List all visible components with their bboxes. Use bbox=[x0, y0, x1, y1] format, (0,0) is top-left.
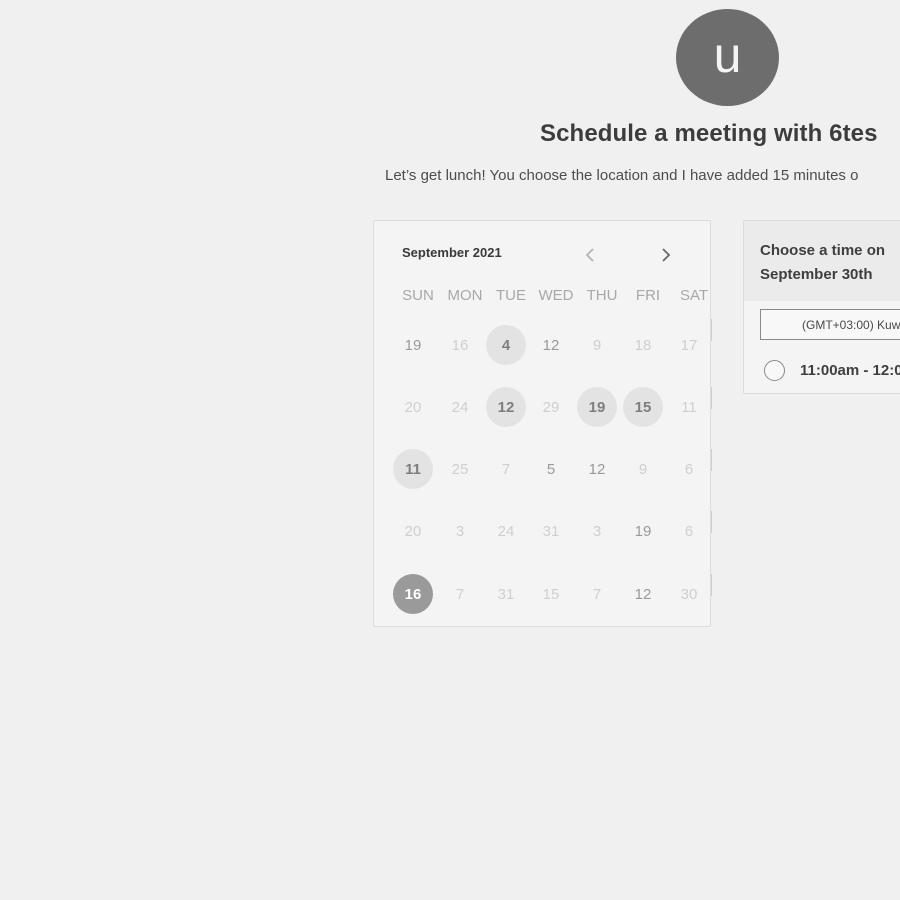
time-slot-radio[interactable] bbox=[764, 359, 785, 381]
time-panel-title-line1: Choose a time on bbox=[760, 242, 886, 259]
weekday-label: MON bbox=[447, 287, 483, 304]
calendar-day[interactable]: 4 bbox=[486, 325, 526, 365]
weekday-label: TUE bbox=[496, 287, 526, 304]
row-separator bbox=[711, 319, 712, 341]
row-separator bbox=[711, 511, 712, 533]
calendar-day: 15 bbox=[542, 585, 560, 603]
time-panel-title: Choose a time on September 30th bbox=[760, 239, 885, 287]
page-title: Schedule a meeting with 6tes bbox=[540, 120, 878, 147]
meeting-description: Let’s get lunch! You choose the location… bbox=[385, 167, 859, 184]
calendar-day: 19 bbox=[634, 522, 652, 540]
calendar-day: 19 bbox=[404, 336, 422, 354]
calendar-day: 3 bbox=[592, 522, 602, 540]
calendar-day: 24 bbox=[451, 398, 469, 416]
row-separator bbox=[711, 449, 712, 471]
weekday-label: FRI bbox=[635, 287, 661, 304]
avatar-initial: u bbox=[713, 26, 742, 83]
calendar-day: 7 bbox=[455, 585, 465, 603]
calendar-day: 7 bbox=[501, 460, 511, 478]
calendar-day: 18 bbox=[634, 336, 652, 354]
calendar-day: 9 bbox=[638, 460, 648, 478]
time-slot-option[interactable]: 11:00am - 12:00pm bbox=[764, 358, 900, 382]
weekday-label: WED bbox=[538, 287, 574, 304]
calendar-day: 6 bbox=[684, 522, 694, 540]
calendar-day[interactable]: 15 bbox=[623, 387, 663, 427]
date-picker-calendar: September 2021 SUN MON TUE WED THU FRI SAT 19 1… bbox=[373, 220, 712, 627]
calendar-day: 5 bbox=[546, 460, 556, 478]
calendar-day: 20 bbox=[404, 522, 422, 540]
weekday-label: THU bbox=[586, 287, 618, 304]
calendar-day[interactable]: 12 bbox=[486, 387, 526, 427]
previous-month-button[interactable] bbox=[578, 243, 602, 267]
calendar-day[interactable]: 11 bbox=[393, 449, 433, 489]
calendar-day-selected[interactable]: 16 bbox=[393, 574, 433, 614]
time-panel-header: Choose a time on September 30th bbox=[744, 221, 900, 301]
calendar-day: 6 bbox=[684, 460, 694, 478]
host-avatar: u bbox=[676, 9, 779, 106]
weekday-label: SUN bbox=[402, 287, 434, 304]
time-slot-label: 11:00am - 12:00pm bbox=[800, 361, 900, 379]
calendar-day: 20 bbox=[404, 398, 422, 416]
next-month-button[interactable] bbox=[654, 243, 678, 267]
calendar-day: 12 bbox=[634, 585, 652, 603]
calendar-day: 3 bbox=[455, 522, 465, 540]
calendar-day: 17 bbox=[680, 336, 698, 354]
calendar-day: 11 bbox=[681, 398, 697, 416]
calendar-day: 16 bbox=[451, 336, 469, 354]
calendar-day: 29 bbox=[542, 398, 560, 416]
row-separator bbox=[711, 574, 712, 596]
calendar-month-label: September 2021 bbox=[402, 245, 502, 260]
calendar-day: 31 bbox=[542, 522, 560, 540]
calendar-day: 31 bbox=[497, 585, 515, 603]
calendar-day: 30 bbox=[680, 585, 698, 603]
row-separator bbox=[711, 387, 712, 409]
calendar-day: 24 bbox=[497, 522, 515, 540]
calendar-day: 7 bbox=[592, 585, 602, 603]
timezone-select[interactable]: (GMT+03:00) Kuwait bbox=[760, 309, 900, 340]
calendar-day[interactable]: 19 bbox=[577, 387, 617, 427]
chevron-left-icon bbox=[585, 248, 594, 262]
calendar-day: 12 bbox=[588, 460, 606, 478]
calendar-day: 9 bbox=[592, 336, 602, 354]
time-slot-panel: Choose a time on September 30th (GMT+03:… bbox=[743, 220, 900, 394]
weekday-label: SAT bbox=[679, 287, 709, 304]
scheduling-page: u Schedule a meeting with 6tes Let’s get… bbox=[0, 0, 900, 900]
chevron-right-icon bbox=[662, 248, 671, 262]
weekday-header-row: SUN MON TUE WED THU FRI SAT bbox=[384, 287, 708, 307]
time-panel-title-line2: September 30th bbox=[760, 266, 873, 283]
calendar-day: 12 bbox=[542, 336, 560, 354]
calendar-day: 25 bbox=[451, 460, 469, 478]
